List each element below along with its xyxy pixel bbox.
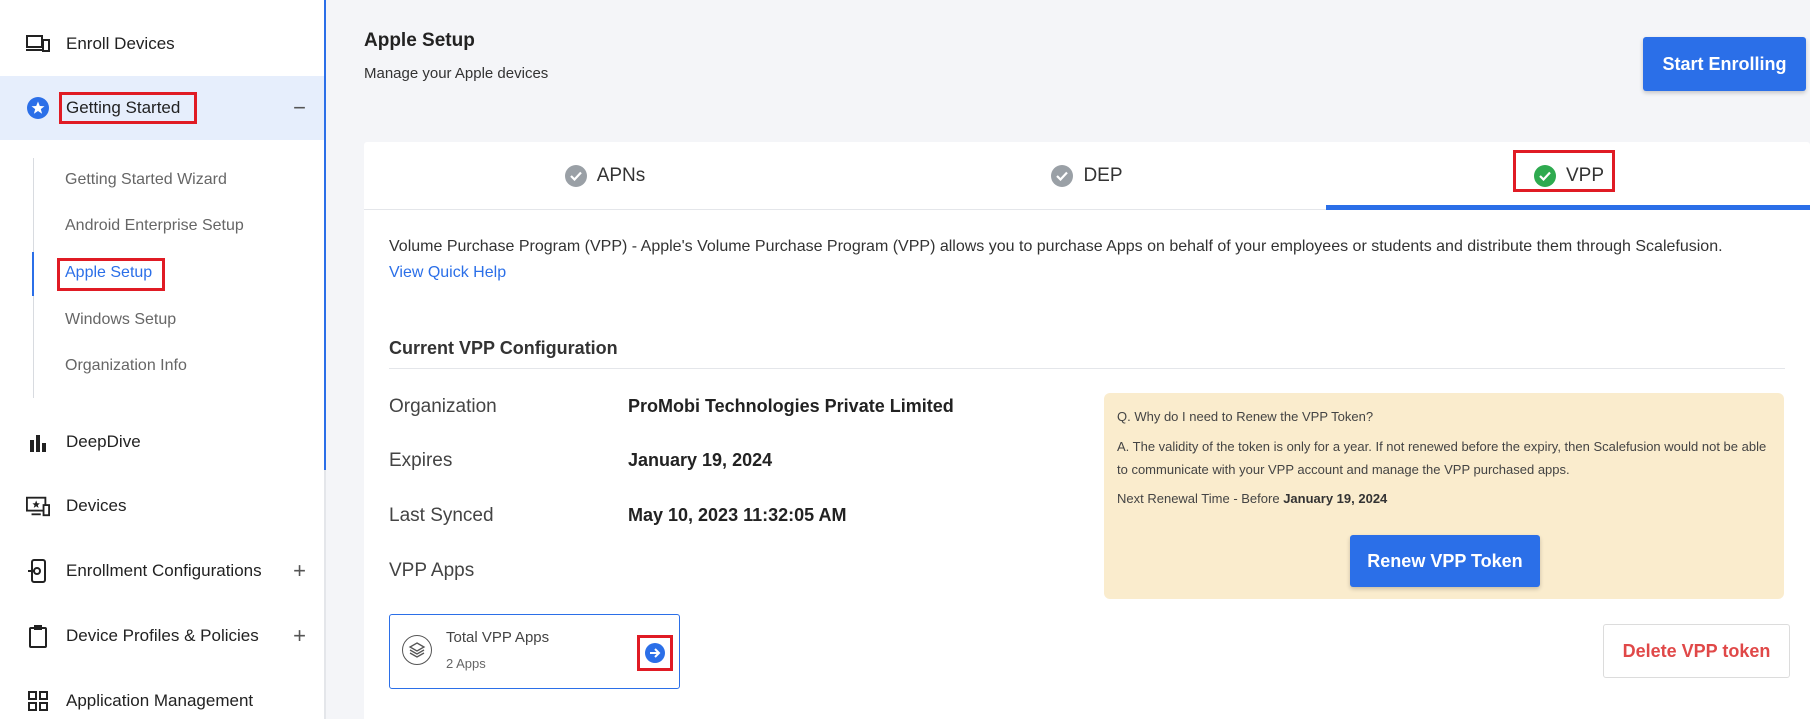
clipboard-icon xyxy=(26,624,50,648)
next-renewal-date: January 19, 2024 xyxy=(1283,491,1388,506)
faq-answer: A. The validity of the token is only for… xyxy=(1117,439,1767,477)
phone-gear-icon xyxy=(26,559,50,583)
sidebar-item-enroll-devices[interactable]: Enroll Devices xyxy=(0,12,324,76)
tab-label: VPP xyxy=(1565,165,1605,186)
sidebar-item-device-profiles-policies[interactable]: Device Profiles & Policies + xyxy=(0,604,324,668)
faq-question: Q. Why do I need to Renew the VPP Token? xyxy=(1117,409,1374,424)
sidebar-subitem-windows-setup[interactable]: Windows Setup xyxy=(65,311,176,329)
expand-icon[interactable]: + xyxy=(293,560,306,582)
active-tab-indicator xyxy=(1326,205,1810,210)
sidebar-item-getting-started[interactable]: Getting Started − xyxy=(0,76,324,140)
arrow-right-icon[interactable] xyxy=(645,643,665,663)
organization-label: Organization xyxy=(389,396,497,417)
sidebar-item-label: Application Management xyxy=(66,691,254,710)
divider xyxy=(389,368,1785,369)
sidebar-subitem-getting-started-wizard[interactable]: Getting Started Wizard xyxy=(65,171,227,189)
sidebar-subitem-apple-setup[interactable]: Apple Setup xyxy=(65,264,152,282)
expires-value: January 19, 2024 xyxy=(628,450,773,470)
sidebar-scrollbar[interactable] xyxy=(324,0,326,470)
tab-label: DEP xyxy=(1083,165,1123,186)
tab-dep[interactable]: DEP xyxy=(846,142,1328,210)
sidebar-subitem-android-enterprise-setup[interactable]: Android Enterprise Setup xyxy=(65,217,244,235)
check-icon xyxy=(1051,165,1074,187)
tab-label: APNs xyxy=(596,165,646,186)
last-synced-value: May 10, 2023 11:32:05 AM xyxy=(628,505,847,525)
view-quick-help-link[interactable]: View Quick Help xyxy=(389,264,506,282)
check-icon xyxy=(564,165,587,187)
vpp-apps-label: VPP Apps xyxy=(389,560,475,581)
sidebar-item-label: DeepDive xyxy=(66,432,141,451)
vpp-description: Volume Purchase Program (VPP) - Apple's … xyxy=(389,238,1723,255)
monitor-icon xyxy=(26,494,50,518)
sidebar-subitem-organization-info[interactable]: Organization Info xyxy=(65,357,187,375)
bar-chart-icon xyxy=(26,430,50,454)
renewal-info-box: Q. Why do I need to Renew the VPP Token?… xyxy=(1104,393,1784,599)
sidebar-item-label: Enroll Devices xyxy=(66,34,175,53)
submenu-active-indicator xyxy=(32,252,34,296)
tab-apns[interactable]: APNs xyxy=(364,142,846,210)
delete-vpp-token-button[interactable]: Delete VPP token xyxy=(1603,624,1790,678)
total-vpp-apps-card[interactable]: Total VPP Apps 2 Apps xyxy=(389,614,680,689)
sidebar-item-deepdive[interactable]: DeepDive xyxy=(0,410,324,474)
layers-icon xyxy=(402,635,432,665)
renew-vpp-token-button[interactable]: Renew VPP Token xyxy=(1350,535,1540,587)
next-renewal-prefix: Next Renewal Time - Before xyxy=(1117,491,1280,506)
sidebar-item-label: Enrollment Configurations xyxy=(66,561,262,580)
tab-bar: APNs DEP VPP xyxy=(364,142,1810,210)
next-renewal-time: Next Renewal Time - Before January 19, 2… xyxy=(1117,491,1387,506)
sidebar-item-label: Devices xyxy=(66,496,127,515)
sidebar-item-application-management[interactable]: Application Management xyxy=(0,669,324,719)
apple-setup-card: APNs DEP VPP Volume Purchase Program (VP… xyxy=(364,142,1810,719)
star-icon xyxy=(26,96,50,120)
sidebar-item-label: Getting Started xyxy=(66,98,181,117)
total-vpp-apps-title: Total VPP Apps xyxy=(446,629,550,646)
grid-icon xyxy=(26,689,50,713)
expires-label: Expires xyxy=(389,450,453,471)
tab-vpp[interactable]: VPP xyxy=(1328,142,1810,210)
total-vpp-apps-count: 2 Apps xyxy=(446,656,486,671)
page-title: Apple Setup xyxy=(364,30,475,51)
start-enrolling-button[interactable]: Start Enrolling xyxy=(1643,37,1806,91)
sidebar-item-devices[interactable]: Devices xyxy=(0,474,324,538)
devices-icon xyxy=(26,32,50,56)
sidebar-item-enrollment-configurations[interactable]: Enrollment Configurations + xyxy=(0,539,324,603)
organization-value: ProMobi Technologies Private Limited xyxy=(628,396,954,416)
sidebar: Enroll Devices Getting Started − Getting… xyxy=(0,0,326,719)
page-subtitle: Manage your Apple devices xyxy=(364,65,549,82)
section-title: Current VPP Configuration xyxy=(389,338,618,358)
check-icon xyxy=(1533,165,1556,187)
collapse-icon[interactable]: − xyxy=(293,97,306,119)
expand-icon[interactable]: + xyxy=(293,625,306,647)
last-synced-label: Last Synced xyxy=(389,505,494,526)
sidebar-item-label: Device Profiles & Policies xyxy=(66,626,259,645)
